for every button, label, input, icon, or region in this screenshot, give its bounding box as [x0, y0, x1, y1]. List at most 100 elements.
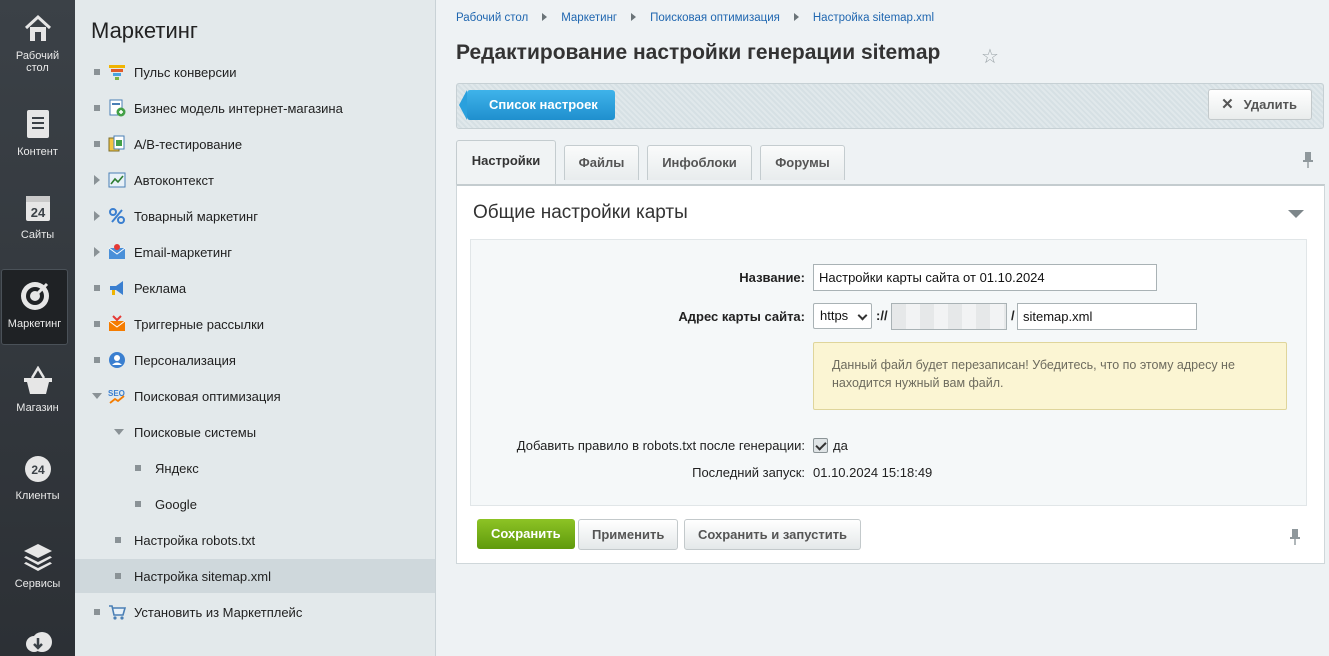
collapse-icon[interactable]	[1288, 210, 1304, 218]
document-icon	[26, 110, 49, 138]
menu-item-label: Бизнес модель интернет-магазина	[134, 101, 343, 116]
menu-item-trigger-mailings[interactable]: Триггерные рассылки	[75, 307, 435, 341]
menu-title: Маркетинг	[91, 18, 198, 43]
settings-list-button[interactable]: Список настроек	[459, 90, 615, 120]
expand-arrow-icon[interactable]	[94, 247, 100, 257]
rail-label: Клиенты	[15, 490, 60, 502]
collapse-arrow-icon[interactable]	[114, 429, 124, 435]
favorite-star-icon[interactable]: ☆	[981, 44, 999, 69]
menu-item-label: Реклама	[134, 281, 187, 296]
pin-icon[interactable]	[1290, 529, 1300, 545]
menu-item-seo[interactable]: SEO Поисковая оптимизация	[75, 379, 435, 413]
tab-settings[interactable]: Настройки	[456, 140, 556, 185]
trigger-mail-icon	[108, 315, 126, 331]
robots-checkbox[interactable]	[813, 438, 828, 453]
menu-item-sitemap[interactable]: Настройка sitemap.xml	[75, 559, 435, 593]
save-button[interactable]: Сохранить	[477, 519, 575, 549]
save-and-run-button[interactable]: Сохранить и запустить	[684, 519, 862, 550]
rail-label: Маркетинг	[7, 318, 62, 330]
rail-item-services[interactable]: Сервисы	[0, 542, 75, 590]
email-icon	[108, 244, 126, 259]
breadcrumb-link[interactable]: Поисковая оптимизация	[650, 12, 780, 24]
menu-item-personalization[interactable]: Персонализация	[75, 343, 435, 377]
breadcrumb-arrow-icon	[542, 13, 548, 21]
menu-item-google[interactable]: Google	[75, 487, 435, 521]
delete-button-label: Удалить	[1243, 97, 1297, 112]
menu-item-autocontext[interactable]: Автоконтекст	[75, 163, 435, 197]
collapse-arrow-icon[interactable]	[92, 393, 102, 399]
bullet-icon	[135, 465, 141, 471]
robots-checkbox-label[interactable]: да	[833, 438, 848, 453]
menu-item-label: Настройка sitemap.xml	[134, 569, 271, 584]
bullet-icon	[135, 501, 141, 507]
menu-item-label: Товарный маркетинг	[134, 209, 258, 224]
tab-files[interactable]: Файлы	[564, 145, 639, 180]
breadcrumb-link[interactable]: Рабочий стол	[456, 12, 528, 24]
menu-item-robots[interactable]: Настройка robots.txt	[75, 523, 435, 557]
rail-item-marketing[interactable]: Маркетинг	[1, 269, 68, 345]
bullet-icon	[94, 285, 100, 291]
scheme-separator: ://	[876, 308, 888, 323]
bullet-icon	[115, 573, 121, 579]
pin-icon[interactable]	[1303, 152, 1313, 168]
robots-label: Добавить правило в robots.txt после гене…	[516, 438, 805, 453]
menu-item-label: Пульс конверсии	[134, 65, 237, 80]
path-separator: /	[1011, 308, 1015, 323]
overwrite-warning: Данный файл будет перезаписан! Убедитесь…	[813, 342, 1287, 410]
apply-button[interactable]: Применить	[578, 519, 679, 550]
menu-item-email-marketing[interactable]: Email-маркетинг	[75, 235, 435, 269]
menu-item-label: Email-маркетинг	[134, 245, 233, 260]
percent-icon	[109, 208, 125, 224]
rail-item-desktop[interactable]: Рабочий стол	[0, 14, 75, 74]
expand-arrow-icon[interactable]	[94, 211, 100, 221]
rail-label: Сервисы	[14, 578, 61, 590]
calendar-icon: 24	[25, 196, 50, 221]
main-area: Рабочий стол Маркетинг Поисковая оптимизац…	[436, 0, 1329, 656]
rail-item-shop[interactable]: Магазин	[0, 366, 75, 414]
expand-arrow-icon[interactable]	[94, 175, 100, 185]
name-field[interactable]: Настройки карты сайта от 01.10.2024	[813, 264, 1157, 291]
menu-item-marketplace[interactable]: Установить из Маркетплейс	[75, 595, 435, 629]
last-run-value: 01.10.2024 15:18:49	[813, 465, 933, 480]
panel-title: Общие настройки карты	[473, 202, 688, 223]
bullet-icon	[94, 357, 100, 363]
menu-item-business-model[interactable]: Бизнес модель интернет-магазина	[75, 91, 435, 125]
rail-item-sites[interactable]: 24 Сайты	[0, 193, 75, 241]
bullet-icon	[94, 105, 100, 111]
name-label: Название:	[739, 270, 805, 285]
tab-forums[interactable]: Форумы	[760, 145, 845, 180]
menu-item-ads[interactable]: Реклама	[75, 271, 435, 305]
menu-item-yandex[interactable]: Яндекс	[75, 451, 435, 485]
rail-label: Контент	[17, 146, 58, 158]
tab-iblocks[interactable]: Инфоблоки	[647, 145, 752, 180]
menu-item-label: Автоконтекст	[134, 173, 214, 188]
rail-item-cloud[interactable]	[0, 628, 75, 656]
chart-image-icon	[108, 172, 126, 188]
cloud-download-icon	[25, 632, 52, 652]
filename-field[interactable]: sitemap.xml	[1017, 303, 1197, 330]
protocol-select[interactable]: https	[813, 303, 872, 329]
breadcrumb-link[interactable]: Маркетинг	[561, 12, 617, 24]
chevron-down-icon	[857, 310, 868, 321]
rail-label: Магазин	[16, 402, 59, 414]
shop-model-icon	[109, 99, 126, 117]
last-run-label: Последний запуск:	[692, 465, 805, 480]
settings-form: Название: Настройки карты сайта от 01.10…	[470, 239, 1307, 506]
domain-field[interactable]	[891, 303, 1007, 330]
person-icon	[109, 352, 125, 368]
menu-item-product-marketing[interactable]: Товарный маркетинг	[75, 199, 435, 233]
menu-item-ab-testing[interactable]: A/B-тестирование	[75, 127, 435, 161]
breadcrumb-link[interactable]: Настройка sitemap.xml	[813, 12, 934, 24]
rail-item-clients[interactable]: 24 Клиенты	[0, 454, 75, 502]
delete-button[interactable]: ✕ Удалить	[1208, 89, 1312, 120]
menu-item-label: Яндекс	[155, 461, 199, 476]
menu-item-label: Персонализация	[134, 353, 236, 368]
bullet-icon	[94, 141, 100, 147]
basket-icon	[23, 366, 52, 394]
menu-item-search-engines[interactable]: Поисковые системы	[75, 415, 435, 449]
rail-item-content[interactable]: Контент	[0, 108, 75, 158]
menu-item-conversion-pulse[interactable]: Пульс конверсии	[75, 55, 435, 89]
home-icon	[24, 14, 51, 41]
bullet-icon	[94, 609, 100, 615]
section-menu: Маркетинг Пульс конверсии Бизнес модель …	[75, 0, 436, 656]
